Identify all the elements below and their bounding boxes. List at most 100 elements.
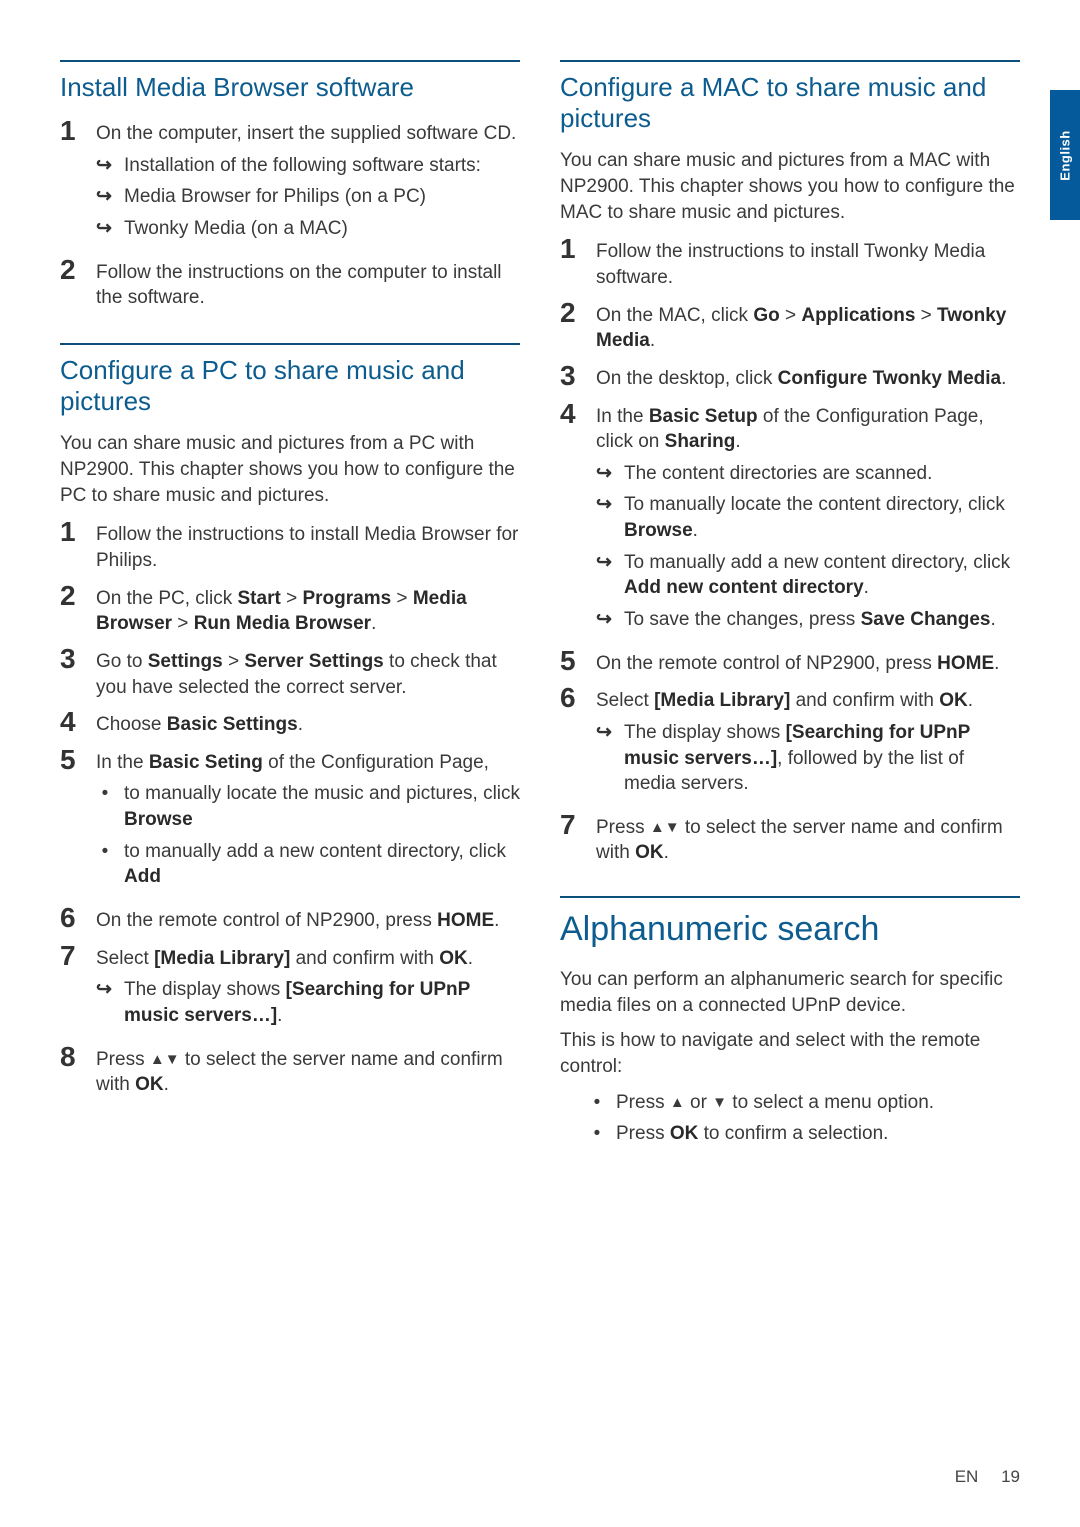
up-icon: ▲ [670, 1094, 685, 1111]
step-number: 1 [560, 235, 582, 290]
language-tab: English [1050, 90, 1080, 220]
step: 6 On the remote control of NP2900, press … [60, 904, 520, 934]
step-body: Press ▲▼ to select the server name and c… [96, 1043, 520, 1098]
sub-text: Twonky Media (on a MAC) [124, 216, 348, 242]
bullet-item: •Press OK to confirm a selection. [560, 1121, 1020, 1147]
result-arrow-icon: ↪ [596, 720, 614, 797]
section-intro: You can share music and pictures from a … [560, 148, 1020, 225]
sub-item: ↪To save the changes, press Save Changes… [596, 607, 1020, 633]
section-rule [60, 343, 520, 345]
step-number: 1 [60, 518, 82, 573]
step-text: Follow the instructions to install Media… [96, 524, 518, 571]
step: 5 On the remote control of NP2900, press … [560, 647, 1020, 677]
sub-text: To manually add a new content directory,… [624, 550, 1020, 601]
paragraph: You can perform an alphanumeric search f… [560, 967, 1020, 1018]
sub-text: Installation of the following software s… [124, 153, 481, 179]
step-number: 1 [60, 117, 82, 248]
step-number: 6 [560, 684, 582, 803]
step: 7Press ▲▼ to select the server name and … [560, 811, 1020, 866]
pc-steps: 1 Follow the instructions to install Medi… [60, 518, 520, 1098]
result-arrow-icon: ↪ [96, 216, 114, 242]
step: 1 On the computer, insert the supplied s… [60, 117, 520, 248]
result-arrow-icon: ↪ [96, 153, 114, 179]
step-number: 3 [560, 362, 582, 392]
result-arrow-icon: ↪ [96, 184, 114, 210]
sub-item: ↪The display shows [Searching for UPnP m… [596, 720, 1020, 797]
up-down-icon: ▲▼ [150, 1051, 180, 1068]
heading-alphanumeric: Alphanumeric search [560, 910, 1020, 949]
sub-item: •to manually add a new content directory… [96, 839, 520, 890]
step-body: On the remote control of NP2900, press H… [596, 647, 1020, 677]
step-number: 7 [60, 942, 82, 1035]
section-intro: You can share music and pictures from a … [60, 431, 520, 508]
down-icon: ▼ [712, 1094, 727, 1111]
result-arrow-icon: ↪ [596, 607, 614, 633]
step-body: Follow the instructions to install Media… [96, 518, 520, 573]
step-body: Follow the instructions on the computer … [96, 256, 520, 311]
bullet-icon: • [96, 839, 114, 890]
bullet-icon: • [588, 1121, 606, 1147]
sub-item: ↪Media Browser for Philips (on a PC) [96, 184, 520, 210]
sub-list: •to manually locate the music and pictur… [96, 781, 520, 890]
sub-text: The content directories are scanned. [624, 461, 932, 487]
paragraph: This is how to navigate and select with … [560, 1028, 1020, 1079]
sub-text: The display shows [Searching for UPnP mu… [624, 720, 1020, 797]
bullet-icon: • [96, 781, 114, 832]
step-body: On the computer, insert the supplied sof… [96, 117, 520, 248]
language-tab-label: English [1058, 130, 1073, 180]
step-number: 6 [60, 904, 82, 934]
step-body: Choose Basic Settings. [96, 708, 520, 738]
step-body: Follow the instructions to install Twonk… [596, 235, 1020, 290]
right-column: Configure a MAC to share music and pictu… [560, 60, 1020, 1153]
step-number: 2 [560, 299, 582, 354]
step: 1 Follow the instructions to install Twon… [560, 235, 1020, 290]
bullet-list: • Press ▲ or ▼ to select a menu option. •… [560, 1090, 1020, 1147]
step: 7 Select [Media Library] and confirm wit… [60, 942, 520, 1035]
step-body: Select [Media Library] and confirm with … [596, 684, 1020, 803]
step: 4 Choose Basic Settings. [60, 708, 520, 738]
step: 2 On the PC, click Start > Programs > Med… [60, 582, 520, 637]
step-text: Follow the instructions on the computer … [96, 262, 502, 309]
step-number: 3 [60, 645, 82, 700]
bullet-text: Press ▲ or ▼ to select a menu option. [616, 1090, 934, 1116]
result-arrow-icon: ↪ [596, 550, 614, 601]
section-title-install: Install Media Browser software [60, 72, 520, 103]
sub-text: to manually locate the music and picture… [124, 781, 520, 832]
step: 3On the desktop, click Configure Twonky … [560, 362, 1020, 392]
section-rule [60, 60, 520, 62]
sub-item: •to manually locate the music and pictur… [96, 781, 520, 832]
step-number: 4 [60, 708, 82, 738]
step-body: In the Basic Seting of the Configuration… [96, 746, 520, 896]
sub-item: ↪ Installation of the following software … [96, 153, 520, 179]
step: 4 In the Basic Setup of the Configuratio… [560, 400, 1020, 639]
step-body: On the PC, click Start > Programs > Medi… [96, 582, 520, 637]
step-number: 5 [60, 746, 82, 896]
section-rule [560, 60, 1020, 62]
sub-text: to manually add a new content directory,… [124, 839, 520, 890]
up-down-icon: ▲▼ [650, 819, 680, 836]
install-steps: 1 On the computer, insert the supplied s… [60, 117, 520, 311]
step-number: 8 [60, 1043, 82, 1098]
step: 3Go to Settings > Server Settings to che… [60, 645, 520, 700]
step-number: 4 [560, 400, 582, 639]
mac-steps: 1 Follow the instructions to install Twon… [560, 235, 1020, 866]
step: 2 Follow the instructions on the compute… [60, 256, 520, 311]
sub-item: ↪ Twonky Media (on a MAC) [96, 216, 520, 242]
sub-item: ↪The display shows [Searching for UPnP m… [96, 977, 520, 1028]
step: 8 Press ▲▼ to select the server name and … [60, 1043, 520, 1098]
footer-lang: EN [955, 1467, 979, 1486]
sub-list: ↪The display shows [Searching for UPnP m… [96, 977, 520, 1028]
step-body: On the MAC, click Go > Applications > Tw… [596, 299, 1020, 354]
sub-item: ↪To manually locate the content director… [596, 492, 1020, 543]
footer-page-number: 19 [1001, 1467, 1020, 1486]
sub-list: ↪The display shows [Searching for UPnP m… [596, 720, 1020, 797]
sub-text: The display shows [Searching for UPnP mu… [124, 977, 520, 1028]
step-number: 5 [560, 647, 582, 677]
step-text: On the computer, insert the supplied sof… [96, 123, 516, 144]
page-footer: EN 19 [955, 1467, 1020, 1487]
step-body: Press ▲▼ to select the server name and c… [596, 811, 1020, 866]
sub-list: ↪The content directories are scanned. ↪T… [596, 461, 1020, 633]
step-body: On the remote control of NP2900, press H… [96, 904, 520, 934]
sub-text: To manually locate the content directory… [624, 492, 1020, 543]
step-number: 2 [60, 582, 82, 637]
